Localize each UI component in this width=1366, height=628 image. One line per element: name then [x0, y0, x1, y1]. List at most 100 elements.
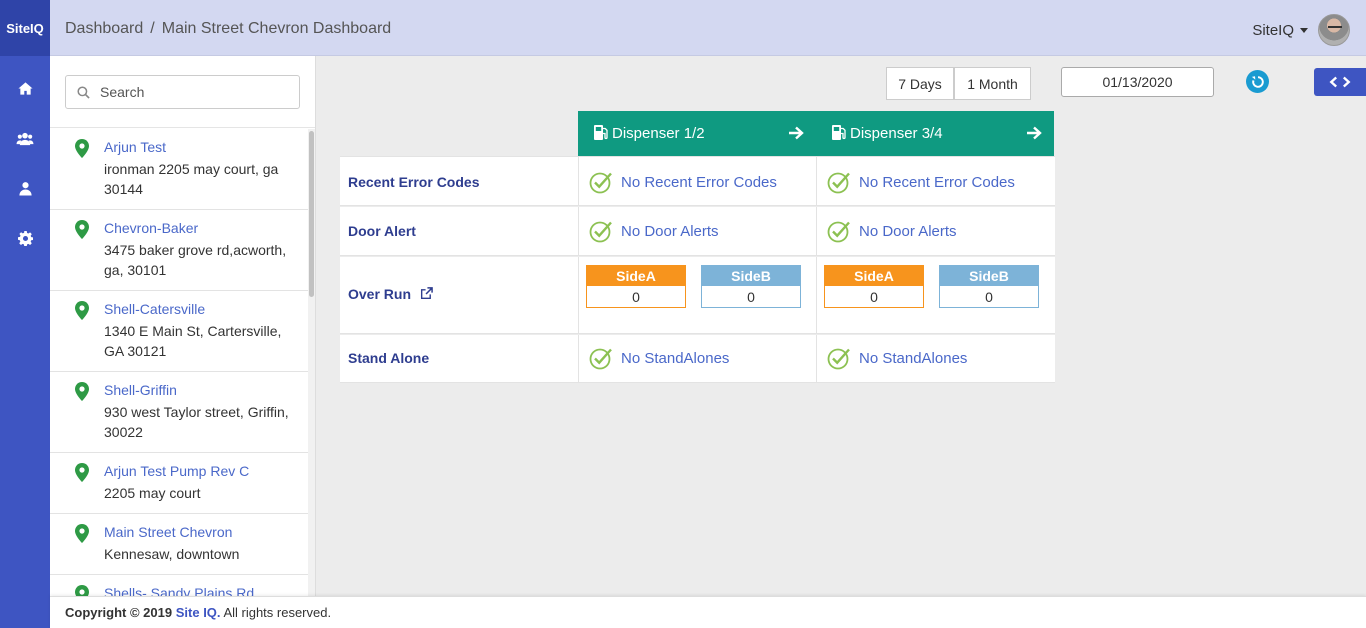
- search-input[interactable]: [100, 76, 290, 108]
- list-item[interactable]: Shells- Sandy Plains Rd: [50, 575, 308, 596]
- user-icon[interactable]: [0, 168, 50, 208]
- dispenser-title[interactable]: Dispenser 1/2: [612, 125, 705, 142]
- row-label: Over Run: [348, 286, 433, 302]
- map-marker-icon: [75, 382, 89, 401]
- dispenser-header[interactable]: Dispenser 3/4: [816, 111, 1054, 156]
- status-ok: No Door Alerts: [827, 219, 957, 243]
- status-text: No StandAlones: [621, 349, 730, 367]
- status-text: No Recent Error Codes: [621, 173, 777, 191]
- users-icon[interactable]: [0, 118, 50, 158]
- footer-brand-link[interactable]: Site IQ.: [176, 605, 221, 620]
- site-name[interactable]: Chevron-Baker: [104, 220, 198, 236]
- side-a-value: 0: [586, 286, 686, 308]
- chevron-right-icon[interactable]: [1342, 76, 1351, 88]
- site-name[interactable]: Arjun Test: [104, 139, 166, 155]
- side-a-value: 0: [824, 286, 924, 308]
- list-item[interactable]: Shell-Catersville 1340 E Main St, Carter…: [50, 291, 308, 372]
- chevron-left-icon[interactable]: [1329, 76, 1338, 88]
- site-list-scrollbar[interactable]: [308, 129, 315, 596]
- status-cell: No Recent Error Codes: [578, 157, 816, 205]
- map-marker-icon: [75, 585, 89, 596]
- site-name[interactable]: Shell-Catersville: [104, 301, 205, 317]
- status-text: No Recent Error Codes: [859, 173, 1015, 191]
- site-list: Arjun Test ironman 2205 may court, ga 30…: [50, 129, 308, 596]
- site-address: 930 west Taylor street, Griffin, 30022: [104, 404, 289, 440]
- map-marker-icon: [75, 524, 89, 543]
- status-ok: No StandAlones: [827, 346, 967, 370]
- side-b-box: SideB 0: [701, 265, 801, 309]
- panel-toggle-button[interactable]: [1314, 68, 1366, 96]
- home-icon[interactable]: [0, 68, 50, 108]
- user-menu[interactable]: SiteIQ: [1252, 14, 1350, 46]
- arrow-right-icon[interactable]: [789, 126, 804, 140]
- top-header: Dashboard / Main Street Chevron Dashboard …: [50, 0, 1366, 56]
- side-a-label: SideA: [824, 265, 924, 286]
- list-item[interactable]: Arjun Test ironman 2205 may court, ga 30…: [50, 129, 308, 210]
- breadcrumb-current: Main Street Chevron Dashboard: [161, 20, 392, 37]
- status-text: No Door Alerts: [621, 222, 719, 240]
- site-name[interactable]: Arjun Test Pump Rev C: [104, 463, 249, 479]
- row-label: Stand Alone: [348, 350, 430, 366]
- copyright: Copyright © 2019 Site IQ. All rights res…: [65, 605, 331, 620]
- gear-icon[interactable]: [0, 218, 50, 258]
- avatar[interactable]: [1318, 14, 1350, 46]
- status-cell: No Recent Error Codes: [816, 157, 1054, 205]
- status-ok: No Recent Error Codes: [589, 170, 777, 194]
- site-address: Kennesaw, downtown: [104, 546, 240, 562]
- list-item[interactable]: Chevron-Baker 3475 baker grove rd,acwort…: [50, 210, 308, 291]
- side-b-value: 0: [701, 286, 801, 308]
- external-link-icon[interactable]: [420, 287, 433, 300]
- site-address: ironman 2205 may court, ga 30144: [104, 161, 279, 197]
- scrollbar-thumb[interactable]: [309, 131, 314, 297]
- brand-logo[interactable]: SiteIQ: [0, 0, 50, 56]
- over-run-cell: SideA 0 SideB 0: [578, 257, 816, 333]
- breadcrumb: Dashboard / Main Street Chevron Dashboard: [65, 20, 391, 38]
- search-icon: [77, 86, 90, 99]
- side-b-label: SideB: [701, 265, 801, 286]
- side-a-box: SideA 0: [824, 265, 924, 309]
- site-name[interactable]: Shell-Griffin: [104, 382, 177, 398]
- status-cell: No Door Alerts: [578, 207, 816, 255]
- date-field[interactable]: [1061, 67, 1214, 97]
- breadcrumb-separator: /: [150, 20, 155, 37]
- map-marker-icon: [75, 463, 89, 482]
- over-run-label[interactable]: Over Run: [348, 286, 411, 302]
- over-run-cell: SideA 0 SideB 0: [816, 257, 1054, 333]
- gas-pump-icon: [594, 125, 608, 140]
- breadcrumb-root[interactable]: Dashboard: [65, 20, 143, 37]
- row-label: Recent Error Codes: [348, 174, 480, 190]
- user-name[interactable]: SiteIQ: [1252, 22, 1294, 39]
- chevron-down-icon[interactable]: [1300, 27, 1308, 33]
- site-name[interactable]: Main Street Chevron: [104, 524, 232, 540]
- check-circle-icon: [589, 172, 612, 194]
- site-name[interactable]: Shells- Sandy Plains Rd: [104, 585, 254, 596]
- status-cell: No StandAlones: [578, 335, 816, 382]
- list-item[interactable]: Arjun Test Pump Rev C 2205 may court: [50, 453, 308, 514]
- dispenser-header[interactable]: Dispenser 1/2: [578, 111, 816, 156]
- table-row: Door Alert No Door Alerts No Door Alerts: [340, 207, 1055, 256]
- list-item[interactable]: Shell-Griffin 930 west Taylor street, Gr…: [50, 372, 308, 453]
- table-row: Stand Alone No StandAlones No StandAlone…: [340, 335, 1055, 383]
- check-circle-icon: [589, 221, 612, 243]
- status-cell: No Door Alerts: [816, 207, 1054, 255]
- arrow-right-icon[interactable]: [1027, 126, 1042, 140]
- table-row: Recent Error Codes No Recent Error Codes…: [340, 156, 1055, 206]
- search-box[interactable]: [65, 75, 300, 109]
- status-ok: No Recent Error Codes: [827, 170, 1015, 194]
- map-marker-icon: [75, 220, 89, 239]
- site-address: 2205 may court: [104, 485, 201, 501]
- refresh-icon[interactable]: [1246, 70, 1269, 93]
- status-ok: No Door Alerts: [589, 219, 719, 243]
- table-row: Over Run SideA 0 SideB 0 SideA 0 SideB 0: [340, 257, 1055, 334]
- footer: Copyright © 2019 Site IQ. All rights res…: [50, 596, 1366, 628]
- side-a-box: SideA 0: [586, 265, 686, 309]
- list-item[interactable]: Main Street Chevron Kennesaw, downtown: [50, 514, 308, 575]
- range-7-days-button[interactable]: 7 Days: [886, 67, 954, 100]
- copyright-prefix: Copyright © 2019: [65, 605, 173, 620]
- side-b-label: SideB: [939, 265, 1039, 286]
- check-circle-icon: [589, 348, 612, 370]
- gas-pump-icon: [832, 125, 846, 140]
- range-1-month-button[interactable]: 1 Month: [954, 67, 1031, 100]
- dispenser-title[interactable]: Dispenser 3/4: [850, 125, 943, 142]
- site-address: 1340 E Main St, Cartersville, GA 30121: [104, 323, 282, 359]
